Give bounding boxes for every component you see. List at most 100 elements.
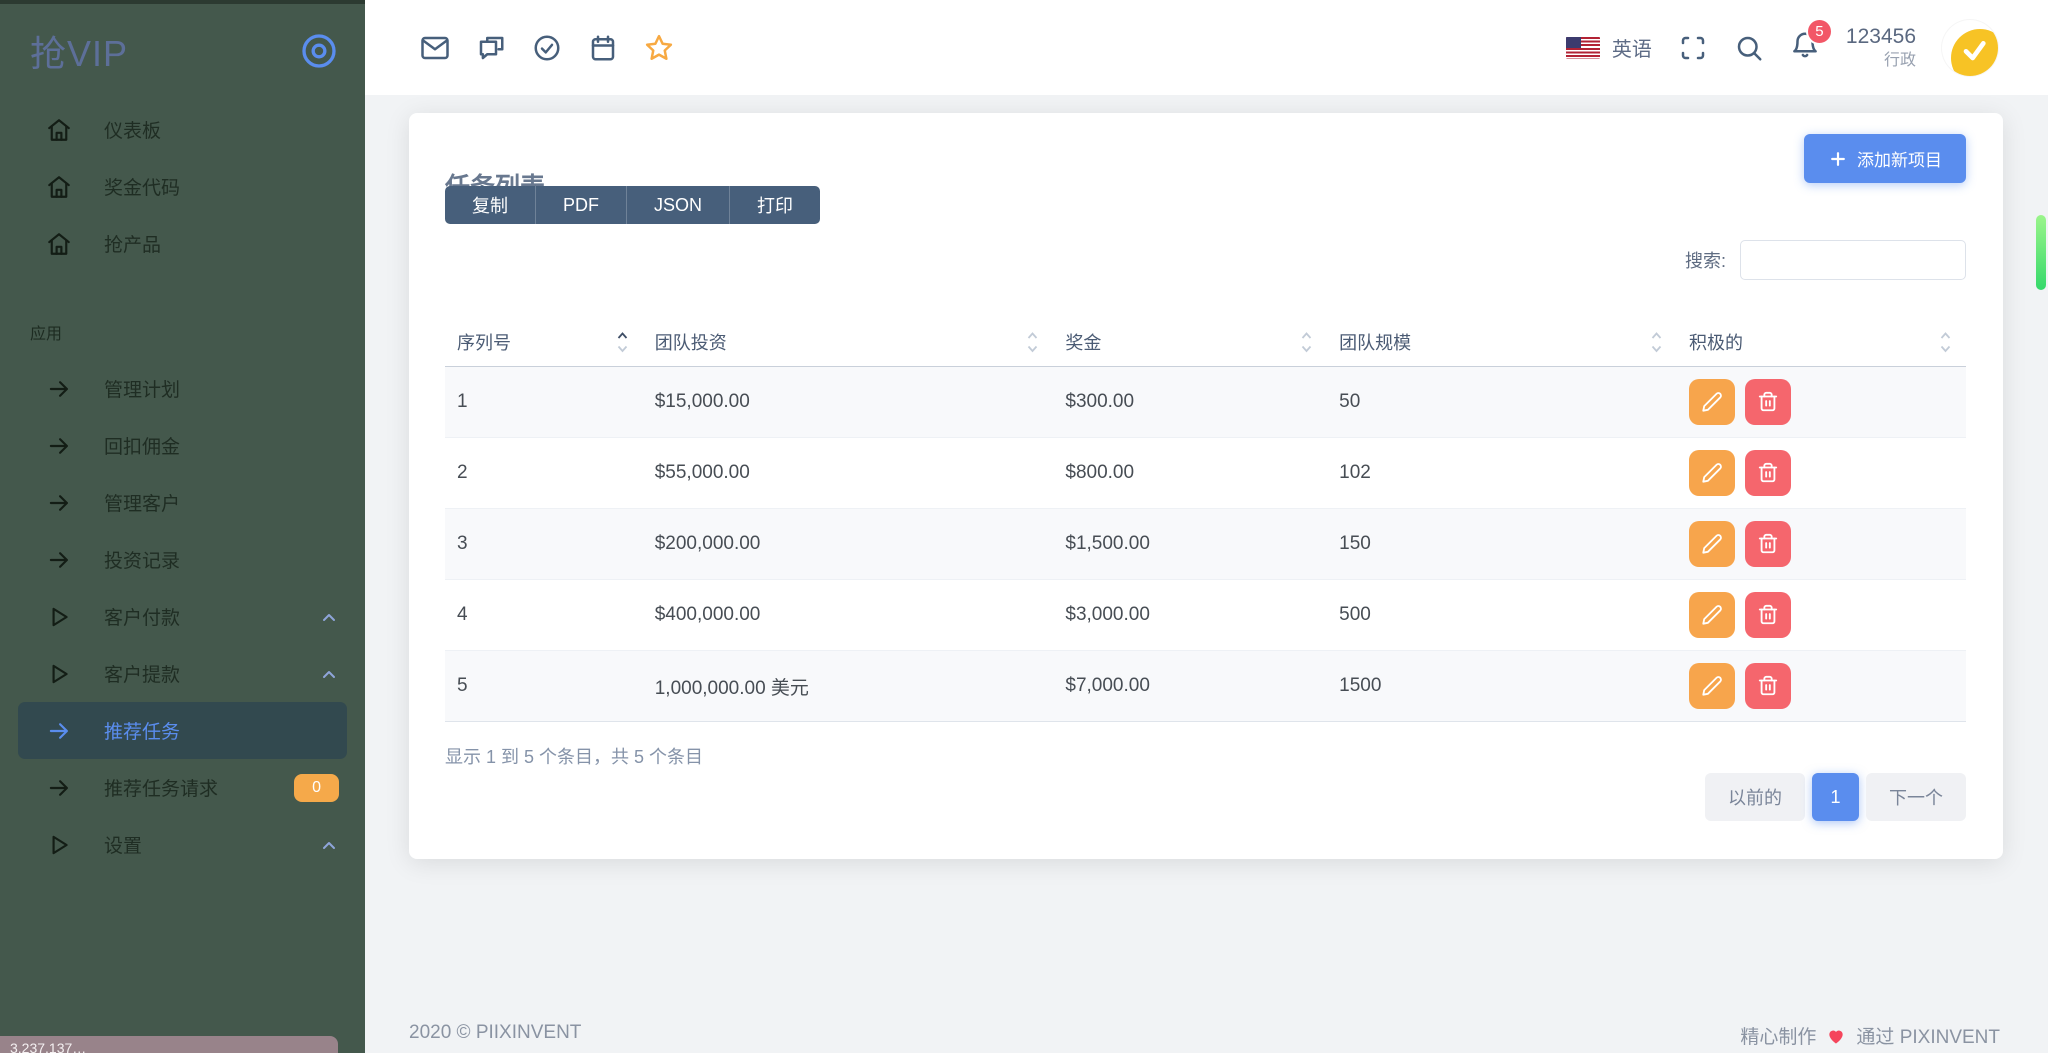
us-flag-icon [1566,37,1600,59]
user-role: 行政 [1846,51,1916,71]
cell-serial: 3 [445,533,643,555]
favorites-button[interactable] [644,33,674,63]
arrow-right-icon [46,547,72,573]
export-button-group: 复制 PDF JSON 打印 [445,186,820,224]
language-selector[interactable]: 英语 [1566,33,1652,62]
chat-shortcut-button[interactable] [476,33,506,63]
browser-status-tooltip: 3.237.137… [0,1036,338,1053]
disc-icon [299,31,339,71]
chevron-up-icon [319,607,339,627]
search-button[interactable] [1734,33,1764,63]
cell-team-size: 102 [1327,462,1677,484]
count-badge: 0 [294,774,339,802]
column-header-active[interactable]: 积极的 [1677,329,1966,355]
sidebar-item-client-payments[interactable]: 客户付款 [0,588,365,645]
sort-desc-icon [1939,344,1952,353]
play-icon [46,604,72,630]
delete-button[interactable] [1745,379,1791,425]
sidebar-item-manage-plans[interactable]: 管理计划 [0,360,365,417]
language-label: 英语 [1612,33,1652,62]
scrollbar-thumb[interactable] [2036,215,2046,290]
column-header-investment[interactable]: 团队投资 [643,329,1054,355]
table-info-text: 显示 1 到 5 个条目，共 5 个条目 [445,743,703,769]
cell-investment: 1,000,000.00 美元 [643,673,1054,700]
calendar-icon [588,33,618,63]
home-icon [46,117,72,143]
sidebar-item-manage-clients[interactable]: 管理客户 [0,474,365,531]
table-row: 3 $200,000.00 $1,500.00 150 [445,509,1966,580]
copy-button[interactable]: 复制 [445,186,536,224]
delete-button[interactable] [1745,663,1791,709]
sidebar-item-grab-product[interactable]: 抢产品 [0,215,365,272]
sidebar: 抢VIP 仪表板 奖金代码 抢产品 应用 [0,0,365,1053]
pagination-next-button[interactable]: 下一个 [1866,773,1966,821]
todo-shortcut-button[interactable] [532,33,562,63]
play-icon [46,661,72,687]
cell-actions [1677,521,1966,567]
cell-investment: $400,000.00 [643,604,1054,626]
sidebar-item-rebate-commission[interactable]: 回扣佣金 [0,417,365,474]
print-button[interactable]: 打印 [730,186,820,224]
sort-desc-icon [1300,344,1313,353]
sidebar-item-referral-task-requests[interactable]: 推荐任务请求 0 [0,759,365,816]
sort-icons [1300,331,1313,353]
user-menu[interactable]: 123456 行政 [1846,24,1916,70]
chevron-up-icon [319,664,339,684]
search-input[interactable] [1740,240,1966,280]
sidebar-item-bonus-code[interactable]: 奖金代码 [0,158,365,215]
app-logo[interactable]: 抢VIP [30,25,128,77]
edit-button[interactable] [1689,450,1735,496]
trash-icon [1757,462,1779,484]
fullscreen-button[interactable] [1678,33,1708,63]
sidebar-item-investment-records[interactable]: 投资记录 [0,531,365,588]
pencil-icon [1701,391,1723,413]
sidebar-item-label: 推荐任务 [104,717,327,744]
sidebar-item-label: 管理计划 [104,375,339,402]
calendar-shortcut-button[interactable] [588,33,618,63]
pdf-button[interactable]: PDF [536,186,627,224]
sidebar-item-label: 回扣佣金 [104,432,339,459]
topbar: 英语 5 123456 行政 [365,0,2048,95]
footer-made-with: 精心制作 [1740,1022,1816,1049]
sidebar-item-dashboard[interactable]: 仪表板 [0,101,365,158]
edit-button[interactable] [1689,592,1735,638]
cell-actions [1677,592,1966,638]
avatar[interactable] [1942,20,1998,76]
pagination-page-1-button[interactable]: 1 [1812,773,1859,821]
add-new-item-button[interactable]: 添加新项目 [1804,134,1966,183]
column-header-bonus[interactable]: 奖金 [1053,329,1327,355]
sidebar-item-settings[interactable]: 设置 [0,816,365,873]
delete-button[interactable] [1745,521,1791,567]
sidebar-item-referral-tasks[interactable]: 推荐任务 [18,702,347,759]
sort-icons [1650,331,1663,353]
sidebar-item-label: 仪表板 [104,116,339,143]
column-header-serial[interactable]: 序列号 [445,329,643,355]
sidebar-item-client-withdrawals[interactable]: 客户提款 [0,645,365,702]
home-icon [46,174,72,200]
pagination-previous-button[interactable]: 以前的 [1705,773,1805,821]
arrow-right-icon [46,376,72,402]
delete-button[interactable] [1745,450,1791,496]
edit-button[interactable] [1689,663,1735,709]
json-button[interactable]: JSON [627,186,730,224]
column-header-team-size[interactable]: 团队规模 [1327,329,1677,355]
cell-bonus: $1,500.00 [1053,533,1327,555]
cell-investment: $55,000.00 [643,462,1054,484]
sidebar-item-label: 抢产品 [104,230,339,257]
edit-button[interactable] [1689,379,1735,425]
mail-shortcut-button[interactable] [420,33,450,63]
sidebar-item-label: 推荐任务请求 [104,774,294,801]
heart-icon [1826,1026,1846,1046]
mail-icon [420,33,450,63]
sidebar-item-label: 客户提款 [104,660,319,687]
sort-icons [616,331,629,353]
pagination: 以前的 1 下一个 [1705,773,1966,821]
table-row: 2 $55,000.00 $800.00 102 [445,438,1966,509]
menu-pin-toggle[interactable] [299,31,339,71]
cell-actions [1677,663,1966,709]
cell-investment: $200,000.00 [643,533,1054,555]
topbar-right-cluster: 英语 5 123456 行政 [1566,20,1998,76]
delete-button[interactable] [1745,592,1791,638]
edit-button[interactable] [1689,521,1735,567]
cell-bonus: $7,000.00 [1053,675,1327,697]
